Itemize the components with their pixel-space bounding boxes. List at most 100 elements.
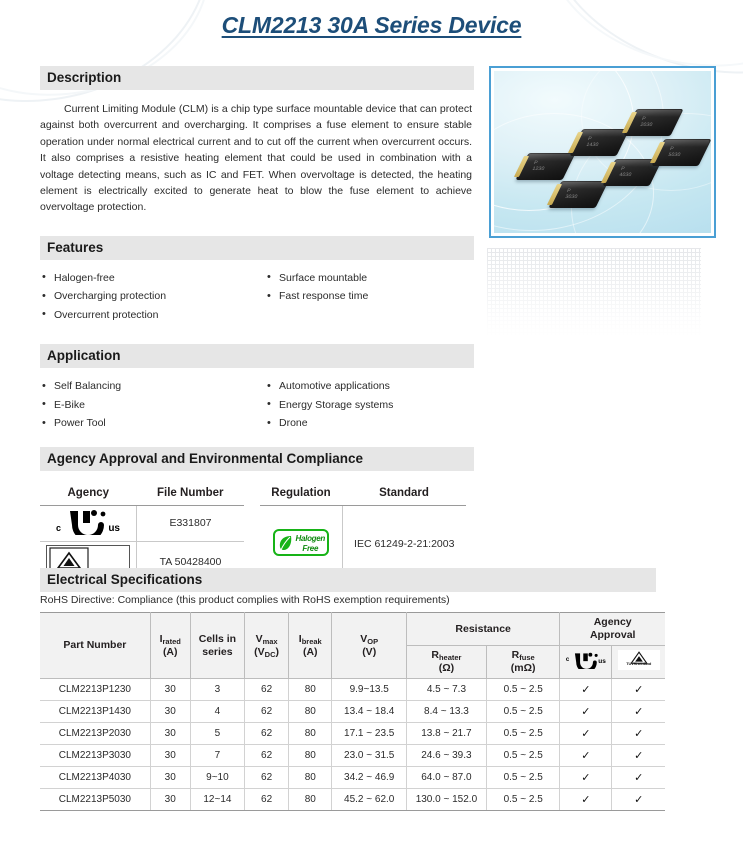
col-header-agency-approval-group: Agency Approval [559, 612, 665, 646]
cell-cells: 12~14 [190, 788, 246, 811]
rohs-directive-note: RoHS Directive: Compliance (this product… [40, 593, 450, 606]
regulation-col-header-regulation: Regulation [260, 484, 342, 506]
regulation-col-header-standard: Standard [342, 484, 466, 506]
halogen-free-line2: Free [302, 543, 319, 553]
cell-ibreak: 80 [288, 700, 333, 723]
cell-ibreak: 80 [288, 766, 333, 789]
ul-us-label: us [108, 522, 120, 534]
cell-ul: ✓ [559, 700, 613, 723]
cell-ibreak: 80 [288, 788, 333, 811]
agency-file-number: E331807 [136, 505, 244, 542]
cell-rfuse: 0.5 ~ 2.5 [486, 744, 561, 767]
section-header-electrical-specifications: Electrical Specifications [40, 568, 656, 592]
list-item: Fast response time [265, 287, 474, 306]
cell-ul: ✓ [559, 744, 613, 767]
cell-rfuse: 0.5 ~ 2.5 [486, 700, 561, 723]
cell-part-number: CLM2213P1230 [40, 678, 151, 701]
chip-label: P 2030 [639, 116, 654, 128]
col-header-tuv-approval: TUVRheinland [611, 645, 665, 679]
ul-mark-icon [574, 652, 598, 669]
cell-ul: ✓ [559, 766, 613, 789]
col-header-r-fuse: Rfuse (mΩ) [486, 645, 561, 679]
description-text: Current Limiting Module (CLM) is a chip … [40, 101, 474, 216]
cell-ibreak: 80 [288, 678, 333, 701]
features-column-left: Halogen-free Overcharging protection Ove… [40, 268, 257, 325]
list-item: Surface mountable [265, 268, 474, 288]
cell-vmax: 62 [244, 766, 290, 789]
cell-rfuse: 0.5 ~ 2.5 [486, 678, 561, 701]
table-row: CLM2213P3030 30 7 62 80 23.0 ~ 31.5 24.6 ~ 39.… [40, 744, 665, 767]
left-content-column: Description Current Limiting Module (CLM… [40, 66, 474, 606]
cell-ul: ✓ [559, 788, 613, 811]
agency-col-header-agency: Agency [40, 484, 137, 506]
cell-vmax: 62 [244, 722, 290, 745]
product-photo: P 1230 P 1430 P 2030 P 3030 P 4030 P 5030 [494, 71, 711, 233]
page-title: CLM2213 30A Series Device [221, 12, 522, 38]
decorative-dot-grid [487, 248, 701, 338]
cell-rheater: 24.6 ~ 39.3 [406, 744, 487, 767]
cell-vop: 17.1 ~ 23.5 [331, 722, 407, 745]
cell-tuv: ✓ [611, 722, 665, 745]
cell-i-rated: 30 [150, 700, 191, 723]
chip-label: P 3030 [564, 188, 579, 200]
application-column-right: Automotive applications Energy Storage s… [257, 377, 474, 433]
list-item: Drone [265, 414, 474, 433]
section-header-application: Application [40, 344, 474, 369]
col-header-ul-approval: c us [559, 645, 613, 679]
cell-part-number: CLM2213P2030 [40, 722, 151, 745]
table-row: CLM2213P5030 30 12~14 62 80 45.2 ~ 62.0 130.0 … [40, 788, 665, 811]
cell-cells: 5 [190, 722, 246, 745]
cell-vop: 34.2 ~ 46.9 [331, 766, 407, 789]
halogen-free-icon: Halogen Free [272, 529, 329, 557]
chip-label: P 5030 [667, 146, 682, 158]
cell-rheater: 130.0 ~ 152.0 [406, 788, 487, 811]
col-header-cells-in-series: Cells in series [190, 612, 246, 679]
col-header-resistance-group: Resistance [406, 612, 561, 646]
cell-cells: 3 [190, 678, 246, 701]
application-column-left: Self Balancing E-Bike Power Tool [40, 377, 257, 433]
cell-tuv: ✓ [611, 766, 665, 789]
cell-tuv: ✓ [611, 788, 665, 811]
table-row: CLM2213P1230 30 3 62 80 9.9~13.5 4.5 ~ 7.3 0.5 … [40, 678, 665, 701]
description-body: Current Limiting Module (CLM) is a chip … [40, 103, 472, 214]
leaf-icon [279, 536, 292, 551]
cell-tuv: ✓ [611, 700, 665, 723]
cell-part-number: CLM2213P1430 [40, 700, 151, 723]
cell-vop: 23.0 ~ 31.5 [331, 744, 407, 767]
features-list: Halogen-free Overcharging protection Ove… [40, 268, 474, 325]
col-header-v-op: VOP (V) [331, 612, 407, 679]
features-column-right: Surface mountable Fast response time [257, 268, 474, 325]
cell-ibreak: 80 [288, 744, 333, 767]
cell-vop: 13.4 ~ 18.4 [331, 700, 407, 723]
application-list: Self Balancing E-Bike Power Tool Automot… [40, 377, 474, 433]
cell-vop: 9.9~13.5 [331, 678, 407, 701]
tuv-rheinland-icon: TUVRheinland [617, 650, 660, 670]
col-header-r-heater: Rheater (Ω) [406, 645, 487, 679]
col-header-part-number: Part Number [40, 612, 151, 679]
cell-i-rated: 30 [150, 744, 191, 767]
cell-tuv: ✓ [611, 678, 665, 701]
cell-rheater: 13.8 ~ 21.7 [406, 722, 487, 745]
list-item: Power Tool [40, 414, 257, 433]
ul-cul-us-icon: c us [566, 652, 606, 669]
cell-vmax: 62 [244, 700, 290, 723]
cell-ul: ✓ [559, 722, 613, 745]
section-header-agency-approval: Agency Approval and Environmental Compli… [40, 446, 474, 471]
cell-ibreak: 80 [288, 722, 333, 745]
ul-cul-us-icon: c us [56, 509, 120, 535]
cell-i-rated: 30 [150, 788, 191, 811]
col-header-i-rated: Irated (A) [150, 612, 191, 679]
cell-i-rated: 30 [150, 678, 191, 701]
tuv-word-label: TUVRheinland [626, 661, 652, 666]
ul-c-label: c [56, 522, 62, 533]
ul-logo-cell: c us [40, 505, 137, 542]
cell-part-number: CLM2213P3030 [40, 744, 151, 767]
datasheet-page: CLM2213 30A Series Device Description Cu… [0, 0, 743, 865]
col-header-v-max: Vmax (VDC) [244, 612, 290, 679]
cell-rfuse: 0.5 ~ 2.5 [486, 722, 561, 745]
table-row: CLM2213P4030 30 9~10 62 80 34.2 ~ 46.9 64.0 ~ … [40, 766, 665, 789]
cell-part-number: CLM2213P4030 [40, 766, 151, 789]
cell-cells: 7 [190, 744, 246, 767]
cell-rfuse: 0.5 ~ 2.5 [486, 788, 561, 811]
cell-tuv: ✓ [611, 744, 665, 767]
